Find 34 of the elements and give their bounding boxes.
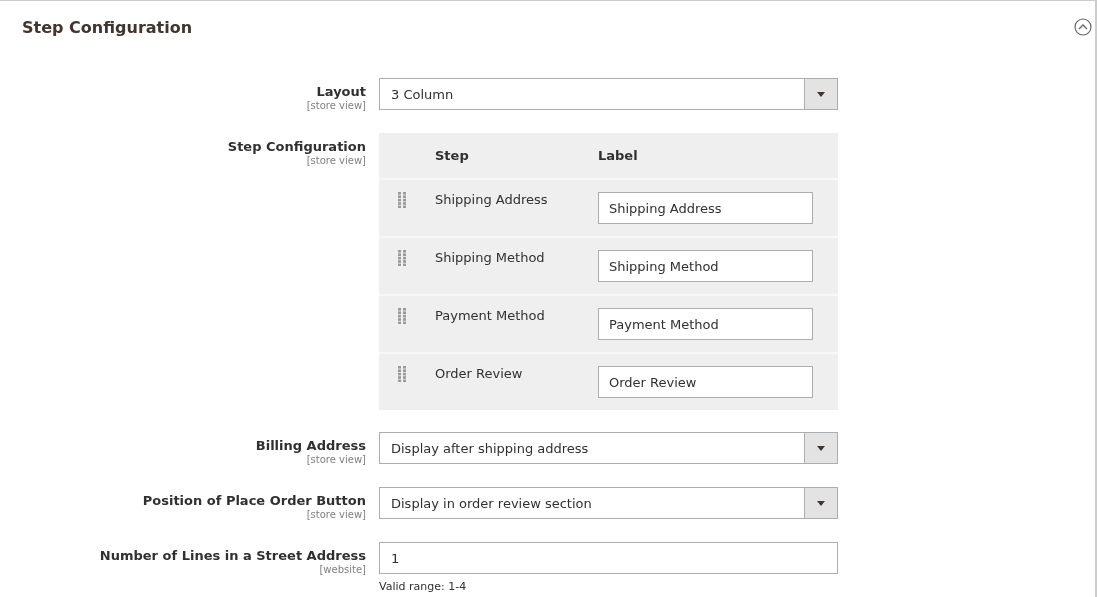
field-label: Billing Address (255, 438, 366, 453)
dropdown[interactable]: 3 Column (379, 78, 838, 110)
column-header: Label (598, 148, 639, 163)
collapse-icon[interactable] (1074, 18, 1092, 36)
field-label: Position of Place Order Button (142, 493, 366, 508)
drag-handle-icon[interactable] (398, 308, 406, 324)
drag-handle-icon[interactable] (398, 192, 406, 208)
column-header: Step (435, 148, 470, 163)
caret-icon (817, 500, 825, 506)
field-label: Layout (316, 84, 366, 99)
input-field[interactable]: 1 (379, 542, 838, 574)
label-input[interactable]: Shipping Method (598, 250, 813, 282)
caret-icon (817, 91, 825, 97)
step-name: Shipping Method (435, 249, 546, 267)
label-input[interactable]: Payment Method (598, 308, 813, 340)
scope-label: [store view] (306, 100, 366, 111)
scope-label: [store view] (306, 509, 366, 520)
step-name: Payment Method (435, 307, 546, 325)
field-note: Valid range: 1-4 (379, 580, 468, 593)
scope-label: [store view] (306, 454, 366, 465)
caret-icon (817, 445, 825, 451)
drag-handle-icon[interactable] (398, 366, 406, 382)
step-name: Shipping Address (435, 191, 549, 209)
field-label: Number of Lines in a Street Address (99, 548, 366, 563)
drag-handle-icon[interactable] (398, 250, 406, 266)
dropdown[interactable]: Display in order review section (379, 487, 838, 519)
label-input[interactable]: Order Review (598, 366, 813, 398)
step-name: Order Review (435, 365, 524, 383)
section-title: Step Configuration (22, 17, 193, 37)
scope-label: [store view] (306, 155, 366, 166)
scope-label: [website] (319, 564, 366, 575)
label-input[interactable]: Shipping Address (598, 192, 813, 224)
dropdown[interactable]: Display after shipping address (379, 432, 838, 464)
field-label: Step Configuration (227, 139, 366, 154)
